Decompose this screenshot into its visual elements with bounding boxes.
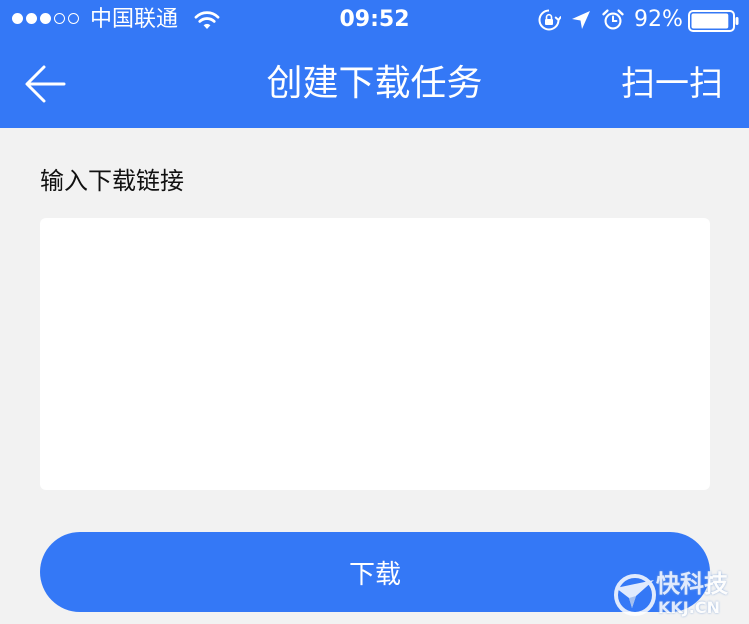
watermark-logo-icon <box>614 574 656 616</box>
watermark: 快科技 KKJ.CN <box>612 570 749 624</box>
download-link-label: 输入下载链接 <box>40 167 184 195</box>
nav-bar: 创建下载任务 扫一扫 <box>0 40 749 128</box>
status-bar: 中国联通 09:52 92% <box>0 0 749 40</box>
header: 中国联通 09:52 92% 创建下载任务 扫一扫 <box>0 0 749 128</box>
watermark-name: 快科技 <box>656 570 728 598</box>
location-arrow-icon <box>572 11 590 29</box>
download-button[interactable]: 下载 <box>40 532 710 612</box>
watermark-domain: KKJ.CN <box>658 598 720 617</box>
battery-percentage: 92% <box>634 7 683 32</box>
scan-button[interactable]: 扫一扫 <box>621 62 723 106</box>
download-link-input[interactable] <box>40 218 710 490</box>
battery-icon <box>688 10 739 32</box>
alarm-clock-icon <box>602 9 624 30</box>
orientation-lock-icon <box>538 9 561 31</box>
